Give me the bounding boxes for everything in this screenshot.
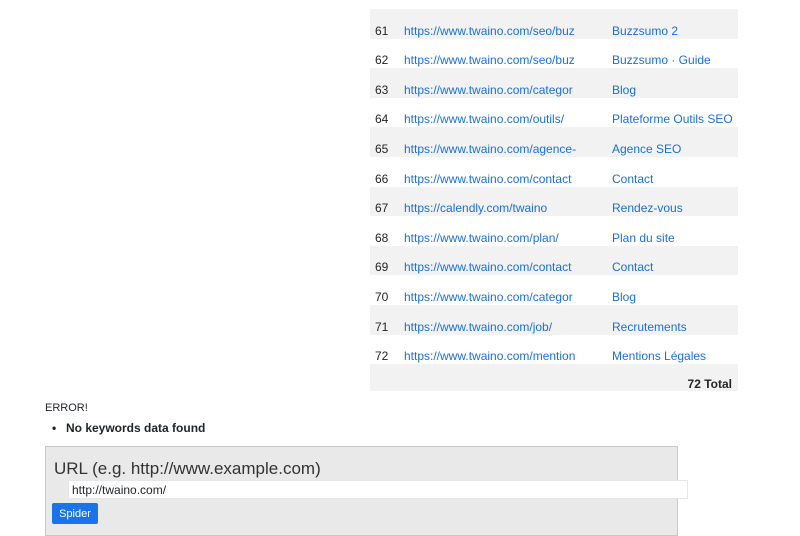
row-anchor-cell: Buzzsumo · Guide [612, 39, 738, 69]
row-anchor-link[interactable]: Contact [612, 172, 653, 186]
table-row: 66 https://www.twaino.com/contact Contact [370, 157, 738, 187]
error-title: ERROR! [45, 402, 88, 414]
row-number: 70 [375, 289, 389, 304]
row-url-cell: https://www.twaino.com/agence- [404, 127, 612, 157]
row-number: 71 [375, 319, 389, 334]
table-row: 71 https://www.twaino.com/job/Recrutement… [370, 304, 738, 335]
row-anchor-cell: Agence SEO [612, 127, 738, 157]
row-url-cell: https://www.twaino.com/seo/buz [404, 39, 612, 69]
row-number: 63 [375, 82, 389, 97]
row-number: 68 [375, 230, 389, 245]
table-row: 72 https://www.twaino.com/mention Mentions… [370, 335, 738, 365]
error-message: No keywords data found [52, 421, 205, 435]
row-anchor-cell: Mentions Légales [612, 335, 738, 365]
error-list: No keywords data found [52, 421, 205, 435]
row-anchor-cell: Contact [612, 157, 738, 187]
row-number: 61 [375, 23, 389, 38]
row-url-cell: https://www.twaino.com/contact [404, 246, 612, 276]
row-url-cell: https://www.twaino.com/mention [404, 335, 612, 365]
row-url-cell: https://www.twaino.com/job/ [404, 305, 612, 335]
row-url-link[interactable]: https://www.twaino.com/categor [404, 83, 573, 97]
table-row: 65 https://www.twaino.com/agence- Agence S… [370, 127, 738, 157]
row-url-cell: https://www.twaino.com/plan/ [404, 216, 612, 246]
row-number: 62 [375, 53, 389, 68]
url-field-label: URL (e.g. http://www.example.com) [54, 459, 321, 478]
row-anchor-link[interactable]: Plan du site [612, 231, 675, 245]
row-anchor-cell: Rendez-vous [612, 187, 738, 217]
row-url-link[interactable]: https://www.twaino.com/job/ [404, 320, 552, 334]
table-row: 67 https://calendly.com/twaino Rendez-vous [370, 186, 738, 217]
row-url-link[interactable]: https://www.twaino.com/seo/buz [404, 24, 575, 38]
table-row: 62 https://www.twaino.com/seo/buz Buzzsumo… [370, 39, 738, 69]
links-table-body: 61 https://www.twaino.com/seo/buz Buzzsumo… [370, 9, 738, 392]
row-anchor-link[interactable]: Mentions Légales [612, 349, 706, 363]
total-row: 72 Total [370, 364, 738, 392]
row-anchor-cell: Blog [612, 68, 738, 98]
table-row: 70 https://www.twaino.com/categor Blog [370, 275, 738, 305]
row-number: 64 [375, 112, 389, 127]
row-url-cell: https://www.twaino.com/seo/buz [404, 9, 612, 39]
row-number: 66 [375, 171, 389, 186]
row-number: 65 [375, 141, 389, 156]
url-input[interactable] [68, 480, 688, 499]
row-anchor-link[interactable]: Blog [612, 83, 636, 97]
table-row: 64 https://www.twaino.com/outils/Platefor… [370, 98, 738, 128]
row-url-link[interactable]: https://www.twaino.com/categor [404, 290, 573, 304]
row-anchor-link[interactable]: Buzzsumo 2 [612, 24, 678, 38]
row-url-link[interactable]: https://www.twaino.com/seo/buz [404, 53, 575, 67]
row-url-cell: https://www.twaino.com/categor [404, 68, 612, 98]
table-row: 69 https://www.twaino.com/contact Contact [370, 245, 738, 276]
table-row: 63 https://www.twaino.com/categor Blog [370, 68, 738, 98]
row-anchor-link[interactable]: Rendez-vous [612, 201, 683, 215]
row-url-link[interactable]: https://www.twaino.com/contact [404, 172, 571, 186]
row-anchor-cell: Plateforme Outils SEO [612, 98, 738, 128]
row-anchor-link[interactable]: Agence SEO [612, 142, 681, 156]
row-url-link[interactable]: https://www.twaino.com/contact [404, 260, 571, 274]
row-url-link[interactable]: https://www.twaino.com/plan/ [404, 231, 559, 245]
row-url-link[interactable]: https://calendly.com/twaino [404, 201, 547, 215]
row-anchor-link[interactable]: Blog [612, 290, 636, 304]
row-url-link[interactable]: https://www.twaino.com/mention [404, 349, 575, 363]
row-anchor-link[interactable]: Contact [612, 260, 653, 274]
row-anchor-link[interactable]: Plateforme Outils SEO [612, 112, 733, 126]
row-url-cell: https://calendly.com/twaino [404, 187, 612, 217]
row-anchor-cell: Plan du site [612, 216, 738, 246]
row-url-cell: https://www.twaino.com/contact [404, 157, 612, 187]
row-anchor-cell: Contact [612, 246, 738, 276]
total-count: 72 Total [687, 377, 732, 392]
table-row: 61 https://www.twaino.com/seo/buz Buzzsumo… [370, 9, 738, 39]
row-anchor-cell: Recrutements [612, 305, 738, 335]
row-anchor-link[interactable]: Recrutements [612, 320, 687, 334]
row-number: 69 [375, 260, 389, 275]
spider-form: URL (e.g. http://www.example.com) Spider [45, 446, 688, 536]
row-url-link[interactable]: https://www.twaino.com/outils/ [404, 112, 564, 126]
row-number: 67 [375, 201, 389, 216]
links-table: 61 https://www.twaino.com/seo/buz Buzzsumo… [370, 9, 738, 392]
row-url-link[interactable]: https://www.twaino.com/agence- [404, 142, 576, 156]
row-anchor-cell: Blog [612, 275, 738, 305]
row-anchor-cell: Buzzsumo 2 [612, 9, 738, 39]
table-row: 68 https://www.twaino.com/plan/Plan du si… [370, 216, 738, 246]
row-url-cell: https://www.twaino.com/categor [404, 275, 612, 305]
row-number: 72 [375, 349, 389, 364]
row-anchor-link[interactable]: Buzzsumo · Guide [612, 53, 711, 67]
row-url-cell: https://www.twaino.com/outils/ [404, 98, 612, 128]
spider-button[interactable]: Spider [52, 503, 98, 524]
